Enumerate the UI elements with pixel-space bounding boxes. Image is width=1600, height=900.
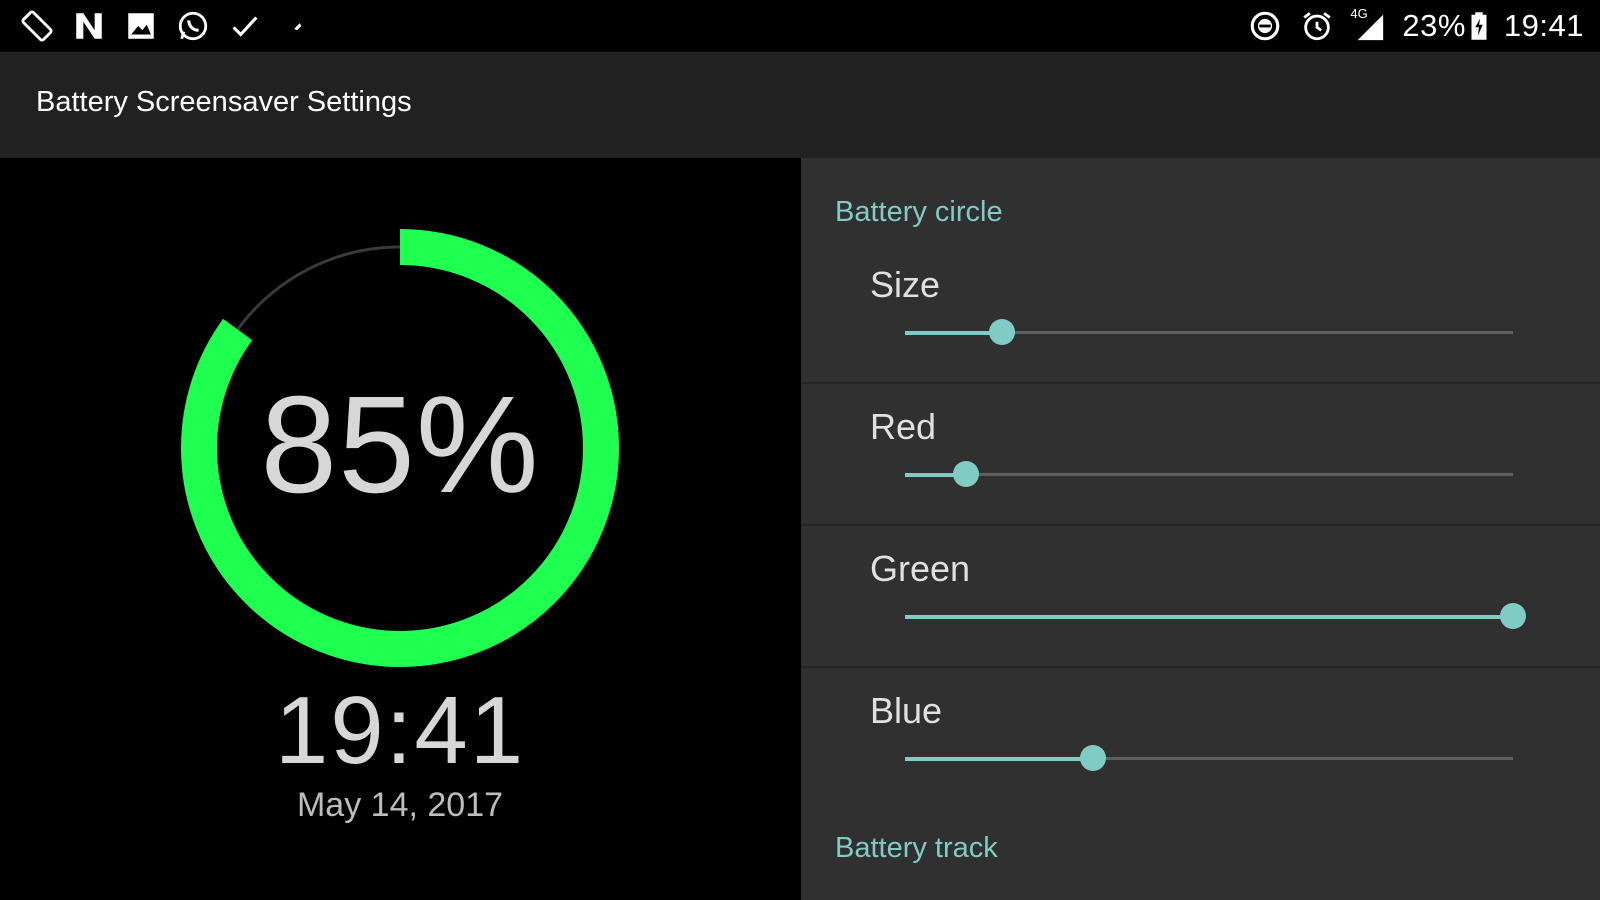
slider-thumb[interactable] <box>1500 603 1526 629</box>
slider-thumb[interactable] <box>953 461 979 487</box>
battery-indicator: 23% <box>1402 8 1490 44</box>
pref-label: Red <box>870 406 937 447</box>
network-type: 4G <box>1350 6 1368 21</box>
pref-blue: Blue <box>801 668 1600 810</box>
page-title: Battery Screensaver Settings <box>36 86 412 118</box>
category-battery-track: Battery track <box>835 832 998 864</box>
status-time: 19:41 <box>1503 8 1584 43</box>
screensaver-preview: 85% 19:41 May 14, 2017 <box>0 158 801 900</box>
battery-charging-icon <box>1468 8 1490 44</box>
battery-percent: 23% <box>1402 8 1466 43</box>
red-slider[interactable] <box>905 460 1513 490</box>
do-not-disturb-icon <box>1246 8 1284 44</box>
pref-size: Size <box>801 242 1600 384</box>
pref-label: Blue <box>870 690 943 731</box>
image-icon <box>122 8 160 44</box>
battery-percentage: 85% <box>260 368 540 522</box>
pref-green: Green <box>801 526 1600 668</box>
check-icon <box>226 8 264 44</box>
preview-date: May 14, 2017 <box>296 786 504 824</box>
green-slider[interactable] <box>905 602 1526 632</box>
system-indicators: 4G 23% 19:41 <box>1246 6 1584 44</box>
whatsapp-icon <box>174 8 212 44</box>
category-battery-circle: Battery circle <box>835 196 1003 228</box>
slider-thumb[interactable] <box>989 319 1015 345</box>
alarm-icon <box>1298 8 1336 44</box>
status-bar: 4G 23% 19:41 <box>0 0 1600 52</box>
blue-slider[interactable] <box>905 744 1513 774</box>
size-slider[interactable] <box>905 318 1513 348</box>
pin-icon <box>278 8 316 44</box>
pref-red: Red <box>801 384 1600 526</box>
slider-fill <box>905 757 1093 761</box>
preview-clock: 19:41 <box>274 677 526 784</box>
n-notification-icon <box>70 8 108 44</box>
notification-icons <box>18 8 316 44</box>
slider-fill <box>905 331 1002 335</box>
app-bar: Battery Screensaver Settings <box>0 52 1600 158</box>
signal-4g-icon: 4G <box>1350 6 1388 44</box>
settings-panel: Battery circle Size Red Green Blue Batte… <box>801 158 1600 900</box>
slider-fill <box>905 615 1513 619</box>
slider-track <box>905 473 1513 476</box>
slider-thumb[interactable] <box>1080 745 1106 771</box>
screen-rotate-icon <box>18 8 56 44</box>
pref-label: Size <box>870 264 941 305</box>
pref-label: Green <box>870 548 971 589</box>
